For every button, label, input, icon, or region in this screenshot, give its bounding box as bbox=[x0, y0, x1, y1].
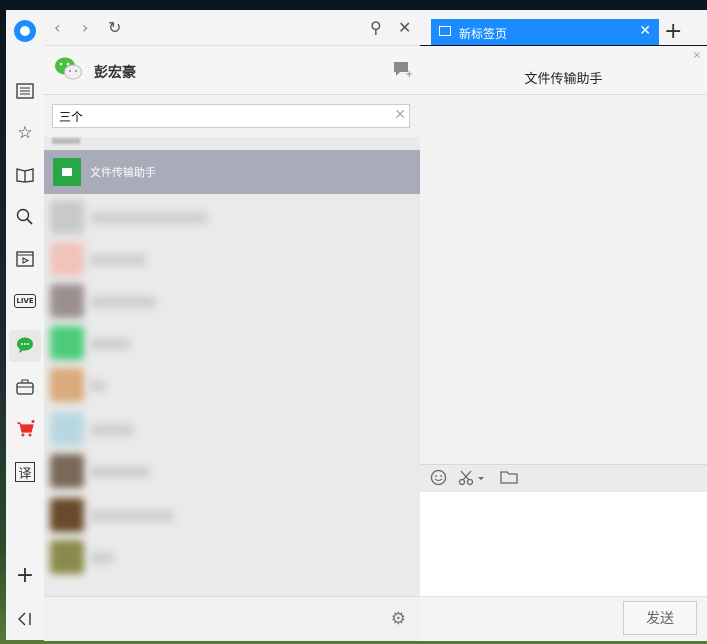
list-item-avatar[interactable] bbox=[50, 454, 84, 488]
clear-search-button[interactable]: ✕ bbox=[394, 107, 406, 123]
collapse-icon[interactable] bbox=[14, 608, 36, 630]
partial-list-item bbox=[52, 138, 80, 144]
message-area bbox=[420, 95, 707, 464]
tab-title: 新标签页 bbox=[459, 27, 508, 41]
briefcase-icon[interactable] bbox=[14, 376, 36, 398]
list-item-name-blurred bbox=[90, 338, 130, 350]
close-sidebar-button[interactable]: ✕ bbox=[398, 18, 411, 37]
list-item-avatar[interactable] bbox=[50, 326, 84, 360]
gear-icon[interactable]: ⚙ bbox=[391, 609, 406, 629]
wechat-header: 彭宏豪 + bbox=[44, 46, 420, 95]
pin-button[interactable]: ⚲ bbox=[370, 18, 382, 37]
list-item-name: 文件传输助手 bbox=[90, 166, 156, 179]
chat-footer: 发送 bbox=[420, 596, 707, 641]
list-item-avatar[interactable] bbox=[50, 284, 84, 318]
list-item-name-blurred bbox=[90, 380, 106, 392]
tab-new[interactable]: 新标签页 ✕ bbox=[431, 19, 659, 45]
video-icon[interactable] bbox=[14, 248, 36, 270]
refresh-button[interactable]: ↻ bbox=[108, 18, 121, 37]
list-item-name-blurred bbox=[90, 510, 174, 522]
wechat-icon[interactable] bbox=[14, 334, 36, 356]
translate-label: 译 bbox=[18, 466, 32, 482]
user-name: 彭宏豪 bbox=[94, 65, 136, 81]
list-item-avatar[interactable] bbox=[50, 368, 84, 402]
star-icon[interactable]: ☆ bbox=[14, 122, 36, 144]
news-icon[interactable] bbox=[14, 80, 36, 102]
list-item-avatar[interactable] bbox=[50, 540, 84, 574]
browser-logo-icon[interactable] bbox=[14, 20, 36, 42]
folder-icon[interactable] bbox=[500, 469, 518, 489]
list-item-avatar[interactable] bbox=[50, 412, 84, 446]
list-item-name-blurred bbox=[90, 552, 114, 564]
wechat-footer: ⚙ bbox=[44, 596, 420, 641]
list-item-avatar[interactable] bbox=[50, 242, 84, 276]
scissors-icon[interactable] bbox=[458, 469, 486, 490]
file-transfer-avatar bbox=[53, 158, 81, 186]
message-input[interactable] bbox=[420, 492, 707, 596]
emoji-icon[interactable] bbox=[430, 469, 447, 490]
list-item-name-blurred bbox=[90, 424, 134, 436]
sidebar-rail: ☆ LIVE 译 + bbox=[6, 10, 44, 640]
live-label: LIVE bbox=[14, 294, 36, 308]
plus-icon[interactable]: + bbox=[14, 563, 36, 588]
close-chat-button[interactable]: × bbox=[693, 50, 701, 61]
new-chat-icon[interactable]: + bbox=[392, 60, 413, 82]
wechat-logo-icon bbox=[55, 57, 82, 80]
list-item-name-blurred bbox=[90, 254, 146, 266]
chat-header: × 文件传输助手 bbox=[420, 46, 707, 95]
chat-title: 文件传输助手 bbox=[524, 72, 603, 87]
new-tab-button[interactable]: + bbox=[664, 19, 682, 45]
wechat-contact-panel: 彭宏豪 + ✕ 文件传输助手 ⚙ bbox=[44, 46, 421, 641]
chat-panel: × 文件传输助手 发送 bbox=[420, 46, 707, 641]
list-item-name-blurred bbox=[90, 296, 156, 308]
tab-strip: 新标签页 ✕ + bbox=[420, 10, 707, 45]
tab-page-icon bbox=[439, 26, 451, 36]
list-item-avatar[interactable] bbox=[50, 200, 84, 234]
chat-toolbar bbox=[420, 464, 707, 493]
list-item-name-blurred bbox=[90, 212, 208, 224]
search-bar: ✕ bbox=[44, 95, 420, 137]
cart-icon[interactable] bbox=[14, 418, 36, 440]
list-item-name-blurred bbox=[90, 466, 150, 478]
list-item-selected[interactable]: 文件传输助手 bbox=[44, 150, 420, 194]
live-icon[interactable]: LIVE bbox=[14, 290, 36, 312]
search-icon[interactable] bbox=[14, 206, 36, 228]
list-item-avatar[interactable] bbox=[50, 498, 84, 532]
send-button[interactable]: 发送 bbox=[623, 601, 697, 635]
search-input[interactable] bbox=[52, 104, 410, 128]
back-button[interactable]: ‹ bbox=[54, 18, 60, 37]
translate-icon[interactable]: 译 bbox=[15, 462, 35, 482]
tab-close-button[interactable]: ✕ bbox=[639, 23, 651, 39]
browser-toolbar: ‹ › ↻ ⚲ ✕ bbox=[44, 10, 420, 46]
svg-text:+: + bbox=[405, 69, 412, 78]
book-icon[interactable] bbox=[14, 164, 36, 186]
forward-button[interactable]: › bbox=[82, 18, 88, 37]
